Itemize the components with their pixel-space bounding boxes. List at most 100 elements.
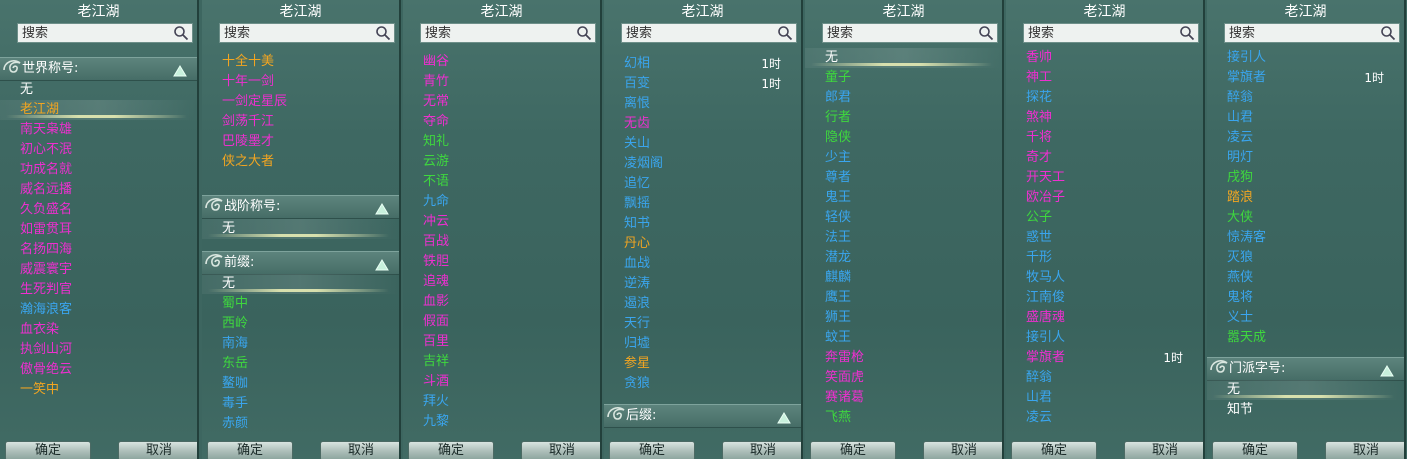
title-option[interactable]: 煞神 [1006, 108, 1203, 128]
title-option[interactable]: 毒手 [202, 394, 399, 414]
title-option[interactable]: 江南俊 [1006, 288, 1203, 308]
title-option[interactable]: 瀚海浪客 [0, 300, 197, 320]
title-option[interactable]: 归墟 [604, 334, 801, 354]
title-option[interactable]: 百战 [403, 232, 600, 252]
section-header[interactable]: 战阶称号: [202, 195, 399, 219]
title-option[interactable]: 知礼 [403, 132, 600, 152]
title-option[interactable]: 巴陵墨才 [202, 132, 399, 152]
title-option[interactable]: 威震寰宇 [0, 260, 197, 280]
title-option[interactable]: 云游 [403, 152, 600, 172]
title-option[interactable]: 冲云 [403, 212, 600, 232]
title-option[interactable]: 潜龙 [805, 248, 1002, 268]
title-option[interactable]: 十年一剑 [202, 72, 399, 92]
title-option[interactable]: 无 [1207, 380, 1404, 400]
title-option[interactable]: 开天工 [1006, 168, 1203, 188]
title-option[interactable]: 幻相 1时 [604, 54, 801, 74]
title-option[interactable]: 惊涛客 [1207, 228, 1404, 248]
search-box[interactable] [822, 23, 998, 43]
search-input[interactable] [220, 24, 374, 42]
title-option[interactable]: 大侠 [1207, 208, 1404, 228]
title-option[interactable]: 离恨 [604, 94, 801, 114]
title-option[interactable]: 如雷贯耳 [0, 220, 197, 240]
search-box[interactable] [420, 23, 596, 43]
title-option[interactable]: 关山 [604, 134, 801, 154]
title-option[interactable]: 公子 [1006, 208, 1203, 228]
title-option[interactable]: 明灯 [1207, 148, 1404, 168]
title-option[interactable]: 鹰王 [805, 288, 1002, 308]
title-option[interactable]: 追忆 [604, 174, 801, 194]
title-option[interactable]: 童子 [805, 68, 1002, 88]
title-option[interactable]: 轻侠 [805, 208, 1002, 228]
title-option[interactable]: 掌旗者 1时 [1207, 68, 1404, 88]
title-option[interactable]: 醉翁 [1006, 368, 1203, 388]
title-option[interactable]: 接引人 [1207, 48, 1404, 68]
search-input[interactable] [421, 24, 575, 42]
title-option[interactable]: 凌云 [1006, 408, 1203, 428]
title-option[interactable]: 尊者 [805, 168, 1002, 188]
title-option[interactable]: 假面 [403, 312, 600, 332]
cancel-button[interactable]: 取消 [118, 441, 197, 459]
search-box[interactable] [621, 23, 797, 43]
title-option[interactable]: 麒麟 [805, 268, 1002, 288]
section-header[interactable]: 前缀: [202, 251, 399, 275]
title-option[interactable]: 踏浪 [1207, 188, 1404, 208]
title-option[interactable]: 青竹 [403, 72, 600, 92]
title-option[interactable]: 赤颜 [202, 414, 399, 432]
title-option[interactable]: 铁胆 [403, 252, 600, 272]
title-option[interactable]: 山君 [1207, 108, 1404, 128]
title-option[interactable]: 千将 [1006, 128, 1203, 148]
confirm-button[interactable]: 确定 [609, 441, 695, 459]
title-option[interactable]: 东岳 [202, 354, 399, 374]
title-option[interactable]: 幽谷 [403, 52, 600, 72]
title-option[interactable]: 血战 [604, 254, 801, 274]
title-option[interactable]: 行者 [805, 108, 1002, 128]
title-option[interactable]: 九黎 [403, 412, 600, 432]
title-option[interactable]: 剑荡千江 [202, 112, 399, 132]
title-option[interactable]: 执剑山河 [0, 340, 197, 360]
confirm-button[interactable]: 确定 [1011, 441, 1097, 459]
title-option[interactable]: 拜火 [403, 392, 600, 412]
title-option[interactable]: 灭狼 [1207, 248, 1404, 268]
search-box[interactable] [219, 23, 395, 43]
section-header[interactable]: 世界称号: [0, 57, 197, 81]
title-option[interactable]: 惑世 [1006, 228, 1203, 248]
cancel-button[interactable]: 取消 [521, 441, 600, 459]
title-option[interactable]: 百里 [403, 332, 600, 352]
title-option[interactable]: 奇才 [1006, 148, 1203, 168]
title-option[interactable]: 贪狼 [604, 374, 801, 394]
title-option[interactable]: 笑面虎 [805, 368, 1002, 388]
title-option[interactable]: 鬼将 [1207, 288, 1404, 308]
title-option[interactable]: 遏浪 [604, 294, 801, 314]
title-option[interactable]: 九命 [403, 192, 600, 212]
title-option[interactable]: 欧冶子 [1006, 188, 1203, 208]
title-option[interactable]: 无 [0, 80, 197, 100]
cancel-button[interactable]: 取消 [722, 441, 801, 459]
title-option[interactable]: 山君 [1006, 388, 1203, 408]
title-option[interactable]: 一笑中 [0, 380, 197, 400]
confirm-button[interactable]: 确定 [408, 441, 494, 459]
title-option[interactable]: 鳌咖 [202, 374, 399, 394]
cancel-button[interactable]: 取消 [1124, 441, 1203, 459]
title-option[interactable]: 无 [202, 219, 399, 239]
title-option[interactable]: 初心不泯 [0, 140, 197, 160]
title-option[interactable]: 飘摇 [604, 194, 801, 214]
title-option[interactable]: 丹心 [604, 234, 801, 254]
title-option[interactable]: 戌狗 [1207, 168, 1404, 188]
title-option[interactable]: 蜀中 [202, 294, 399, 314]
title-option[interactable]: 知书 [604, 214, 801, 234]
title-option[interactable]: 少主 [805, 148, 1002, 168]
title-option[interactable]: 久负盛名 [0, 200, 197, 220]
search-box[interactable] [1023, 23, 1199, 43]
section-header[interactable]: 门派字号: [1207, 357, 1404, 381]
title-option[interactable]: 追魂 [403, 272, 600, 292]
search-input[interactable] [1225, 24, 1379, 42]
title-option[interactable]: 醉翁 [1207, 88, 1404, 108]
title-option[interactable]: 南海 [202, 334, 399, 354]
title-option[interactable]: 燕侠 [1207, 268, 1404, 288]
title-option[interactable]: 无 [805, 48, 1002, 68]
title-option[interactable]: 奔雷枪 [805, 348, 1002, 368]
title-option[interactable]: 知节 [1207, 400, 1404, 420]
title-option[interactable]: 掌旗者 1时 [1006, 348, 1203, 368]
title-option[interactable]: 天行 [604, 314, 801, 334]
title-option[interactable]: 凌云 [1207, 128, 1404, 148]
